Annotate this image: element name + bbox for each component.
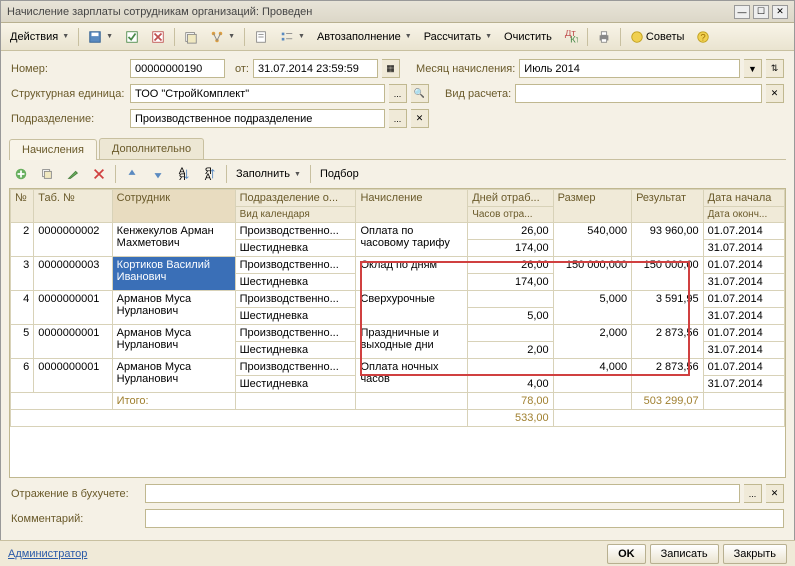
table-row[interactable]: 20000000002Кенжекулов Арман МахметовичПр… xyxy=(11,223,785,240)
tab-additional[interactable]: Дополнительно xyxy=(99,138,204,159)
movements-icon[interactable] xyxy=(179,27,203,47)
accounting-select-button[interactable]: ... xyxy=(744,484,762,503)
unit-label: Структурная единица: xyxy=(11,88,126,100)
titlebar: Начисление зарплаты сотрудникам организа… xyxy=(1,1,794,23)
col-n[interactable]: № xyxy=(11,190,34,223)
table-row[interactable]: 50000000001Арманов Муса НурлановичПроизв… xyxy=(11,325,785,342)
calc-type-label: Вид расчета: xyxy=(445,88,511,100)
delete-row-icon[interactable] xyxy=(87,164,111,184)
list-icon[interactable]: ▼ xyxy=(275,27,310,47)
tab-accruals[interactable]: Начисления xyxy=(9,139,97,160)
calc-type-field[interactable] xyxy=(515,84,762,103)
dept-select-button[interactable]: ... xyxy=(389,109,407,128)
sort-asc-icon[interactable]: АЯ xyxy=(172,164,196,184)
save-icon[interactable]: ▼ xyxy=(83,27,118,47)
move-up-icon[interactable] xyxy=(120,164,144,184)
col-tab[interactable]: Таб. № xyxy=(34,190,112,223)
table-row[interactable]: 40000000001Арманов Муса НурлановичПроизв… xyxy=(11,291,785,308)
svg-text:Я: Я xyxy=(179,172,186,181)
month-label: Месяц начисления: xyxy=(416,63,515,75)
col-hours[interactable]: Часов отра... xyxy=(468,207,553,223)
selection-button[interactable]: Подбор xyxy=(315,164,364,184)
totals-days: 78,00 xyxy=(468,393,553,410)
col-result[interactable]: Результат xyxy=(632,190,704,223)
col-dend[interactable]: Дата оконч... xyxy=(703,207,784,223)
totals-hours: 533,00 xyxy=(468,410,553,427)
col-dept[interactable]: Подразделение о... xyxy=(235,190,356,207)
unit-open-button[interactable]: 🔍 xyxy=(411,84,429,103)
window-title: Начисление зарплаты сотрудникам организа… xyxy=(7,6,731,18)
svg-text:Кт: Кт xyxy=(570,34,578,44)
actions-menu[interactable]: Действия▼ xyxy=(5,27,74,47)
add-row-icon[interactable] xyxy=(9,164,33,184)
close-window-button[interactable]: Закрыть xyxy=(723,544,787,564)
date-field[interactable] xyxy=(253,59,378,78)
dtct-icon[interactable]: ДтКт xyxy=(559,27,583,47)
move-down-icon[interactable] xyxy=(146,164,170,184)
comment-label: Комментарий: xyxy=(11,513,141,525)
minimize-button[interactable]: — xyxy=(734,5,750,19)
totals-label: Итого: xyxy=(112,393,235,410)
footer: Администратор OK Записать Закрыть xyxy=(0,540,795,566)
report-icon[interactable] xyxy=(249,27,273,47)
user-link[interactable]: Администратор xyxy=(8,548,87,560)
number-field[interactable] xyxy=(130,59,225,78)
dept-label: Подразделение: xyxy=(11,113,126,125)
autofill-menu[interactable]: Автозаполнение▼ xyxy=(312,27,417,47)
table-row[interactable]: 60000000001Арманов Муса НурлановичПроизв… xyxy=(11,359,785,376)
month-field[interactable] xyxy=(519,59,740,78)
date-picker-button[interactable]: ▦ xyxy=(382,59,400,78)
accounting-label: Отражение в бухучете: xyxy=(11,488,141,500)
structure-icon[interactable]: ▼ xyxy=(205,27,240,47)
save-button[interactable]: Записать xyxy=(650,544,719,564)
col-employee[interactable]: Сотрудник xyxy=(112,190,235,223)
col-size[interactable]: Размер xyxy=(553,190,631,223)
grid-toolbar: АЯ ЯА Заполнить▼ Подбор xyxy=(1,160,794,188)
main-toolbar: Действия▼ ▼ ▼ ▼ Автозаполнение▼ Рассчита… xyxy=(1,23,794,51)
unit-field[interactable] xyxy=(130,84,385,103)
month-dropdown-button[interactable]: ▼ xyxy=(744,59,762,78)
calc-menu[interactable]: Рассчитать▼ xyxy=(419,27,497,47)
tab-bar: Начисления Дополнительно xyxy=(9,138,786,160)
svg-text:?: ? xyxy=(701,32,706,43)
dept-field[interactable] xyxy=(130,109,385,128)
comment-field[interactable] xyxy=(145,509,784,528)
month-spin-button[interactable]: ⇅ xyxy=(766,59,784,78)
col-days[interactable]: Дней отраб... xyxy=(468,190,553,207)
totals-result: 503 299,07 xyxy=(632,393,704,410)
unpost-icon[interactable] xyxy=(146,27,170,47)
tips-button[interactable]: Советы xyxy=(625,27,689,47)
accounting-field[interactable] xyxy=(145,484,740,503)
dept-clear-button[interactable]: ✕ xyxy=(411,109,429,128)
post-icon[interactable] xyxy=(120,27,144,47)
unit-select-button[interactable]: ... xyxy=(389,84,407,103)
svg-text:А: А xyxy=(205,172,212,181)
copy-row-icon[interactable] xyxy=(35,164,59,184)
col-calendar[interactable]: Вид календаря xyxy=(235,207,356,223)
col-dstart[interactable]: Дата начала xyxy=(703,190,784,207)
ok-button[interactable]: OK xyxy=(607,544,646,564)
table-row[interactable]: 30000000003Кортиков Василий ИвановичПрои… xyxy=(11,257,785,274)
from-label: от: xyxy=(235,63,249,75)
maximize-button[interactable]: ☐ xyxy=(753,5,769,19)
print-icon[interactable] xyxy=(592,27,616,47)
calc-type-clear-button[interactable]: ✕ xyxy=(766,84,784,103)
edit-row-icon[interactable] xyxy=(61,164,85,184)
accounting-clear-button[interactable]: ✕ xyxy=(766,484,784,503)
fill-menu[interactable]: Заполнить▼ xyxy=(231,164,306,184)
accruals-grid[interactable]: № Таб. № Сотрудник Подразделение о... На… xyxy=(9,188,786,478)
number-label: Номер: xyxy=(11,63,126,75)
help-icon[interactable]: ? xyxy=(691,27,715,47)
close-button[interactable]: ✕ xyxy=(772,5,788,19)
clear-button[interactable]: Очистить xyxy=(499,27,557,47)
sort-desc-icon[interactable]: ЯА xyxy=(198,164,222,184)
col-accrual[interactable]: Начисление xyxy=(356,190,468,223)
